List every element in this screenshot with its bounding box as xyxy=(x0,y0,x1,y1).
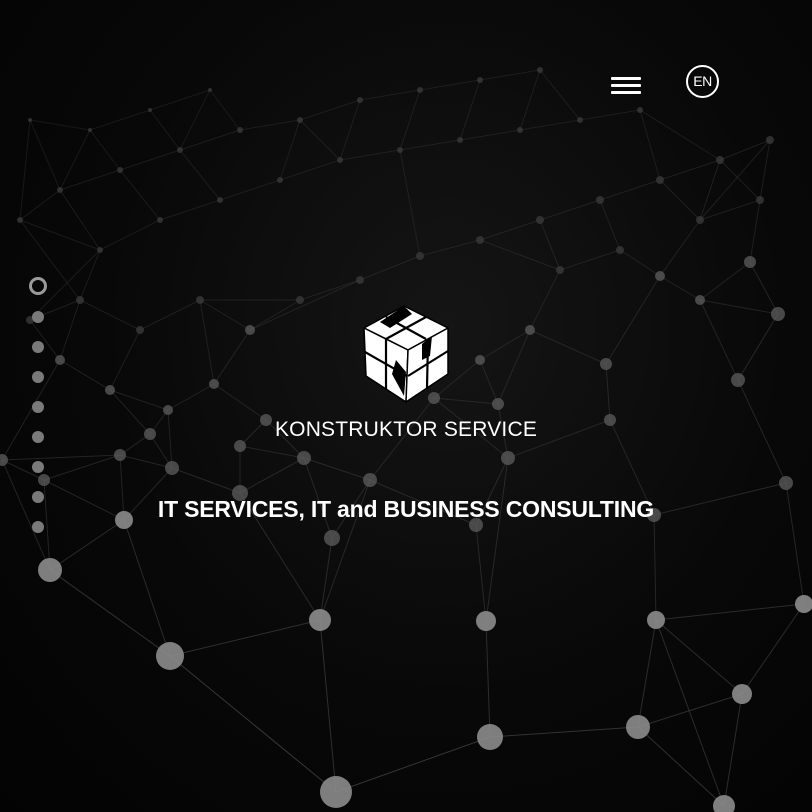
hero-tagline: IT SERVICES, IT and BUSINESS CONSULTING xyxy=(157,496,655,522)
slide-dot-5[interactable] xyxy=(32,401,44,413)
network-background xyxy=(0,67,812,812)
language-switcher[interactable]: EN xyxy=(686,65,719,98)
slide-dot-3[interactable] xyxy=(32,341,44,353)
hamburger-menu-icon xyxy=(611,77,641,80)
hero-section: EN KONSTRUKTOR SERVICE IT SERVICES, IT a… xyxy=(0,0,812,812)
cube-logo-icon xyxy=(363,305,449,403)
slide-dot-9[interactable] xyxy=(32,521,44,533)
slide-dot-4[interactable] xyxy=(32,371,44,383)
slide-dot-2[interactable] xyxy=(32,311,44,323)
slide-dot-1[interactable] xyxy=(29,277,47,295)
slide-dot-8[interactable] xyxy=(32,491,44,503)
menu-button[interactable] xyxy=(608,72,644,100)
slide-dot-7[interactable] xyxy=(32,461,44,473)
slide-dot-6[interactable] xyxy=(32,431,44,443)
slide-pagination xyxy=(28,277,48,537)
brand-name: KONSTRUKTOR SERVICE xyxy=(274,418,538,441)
